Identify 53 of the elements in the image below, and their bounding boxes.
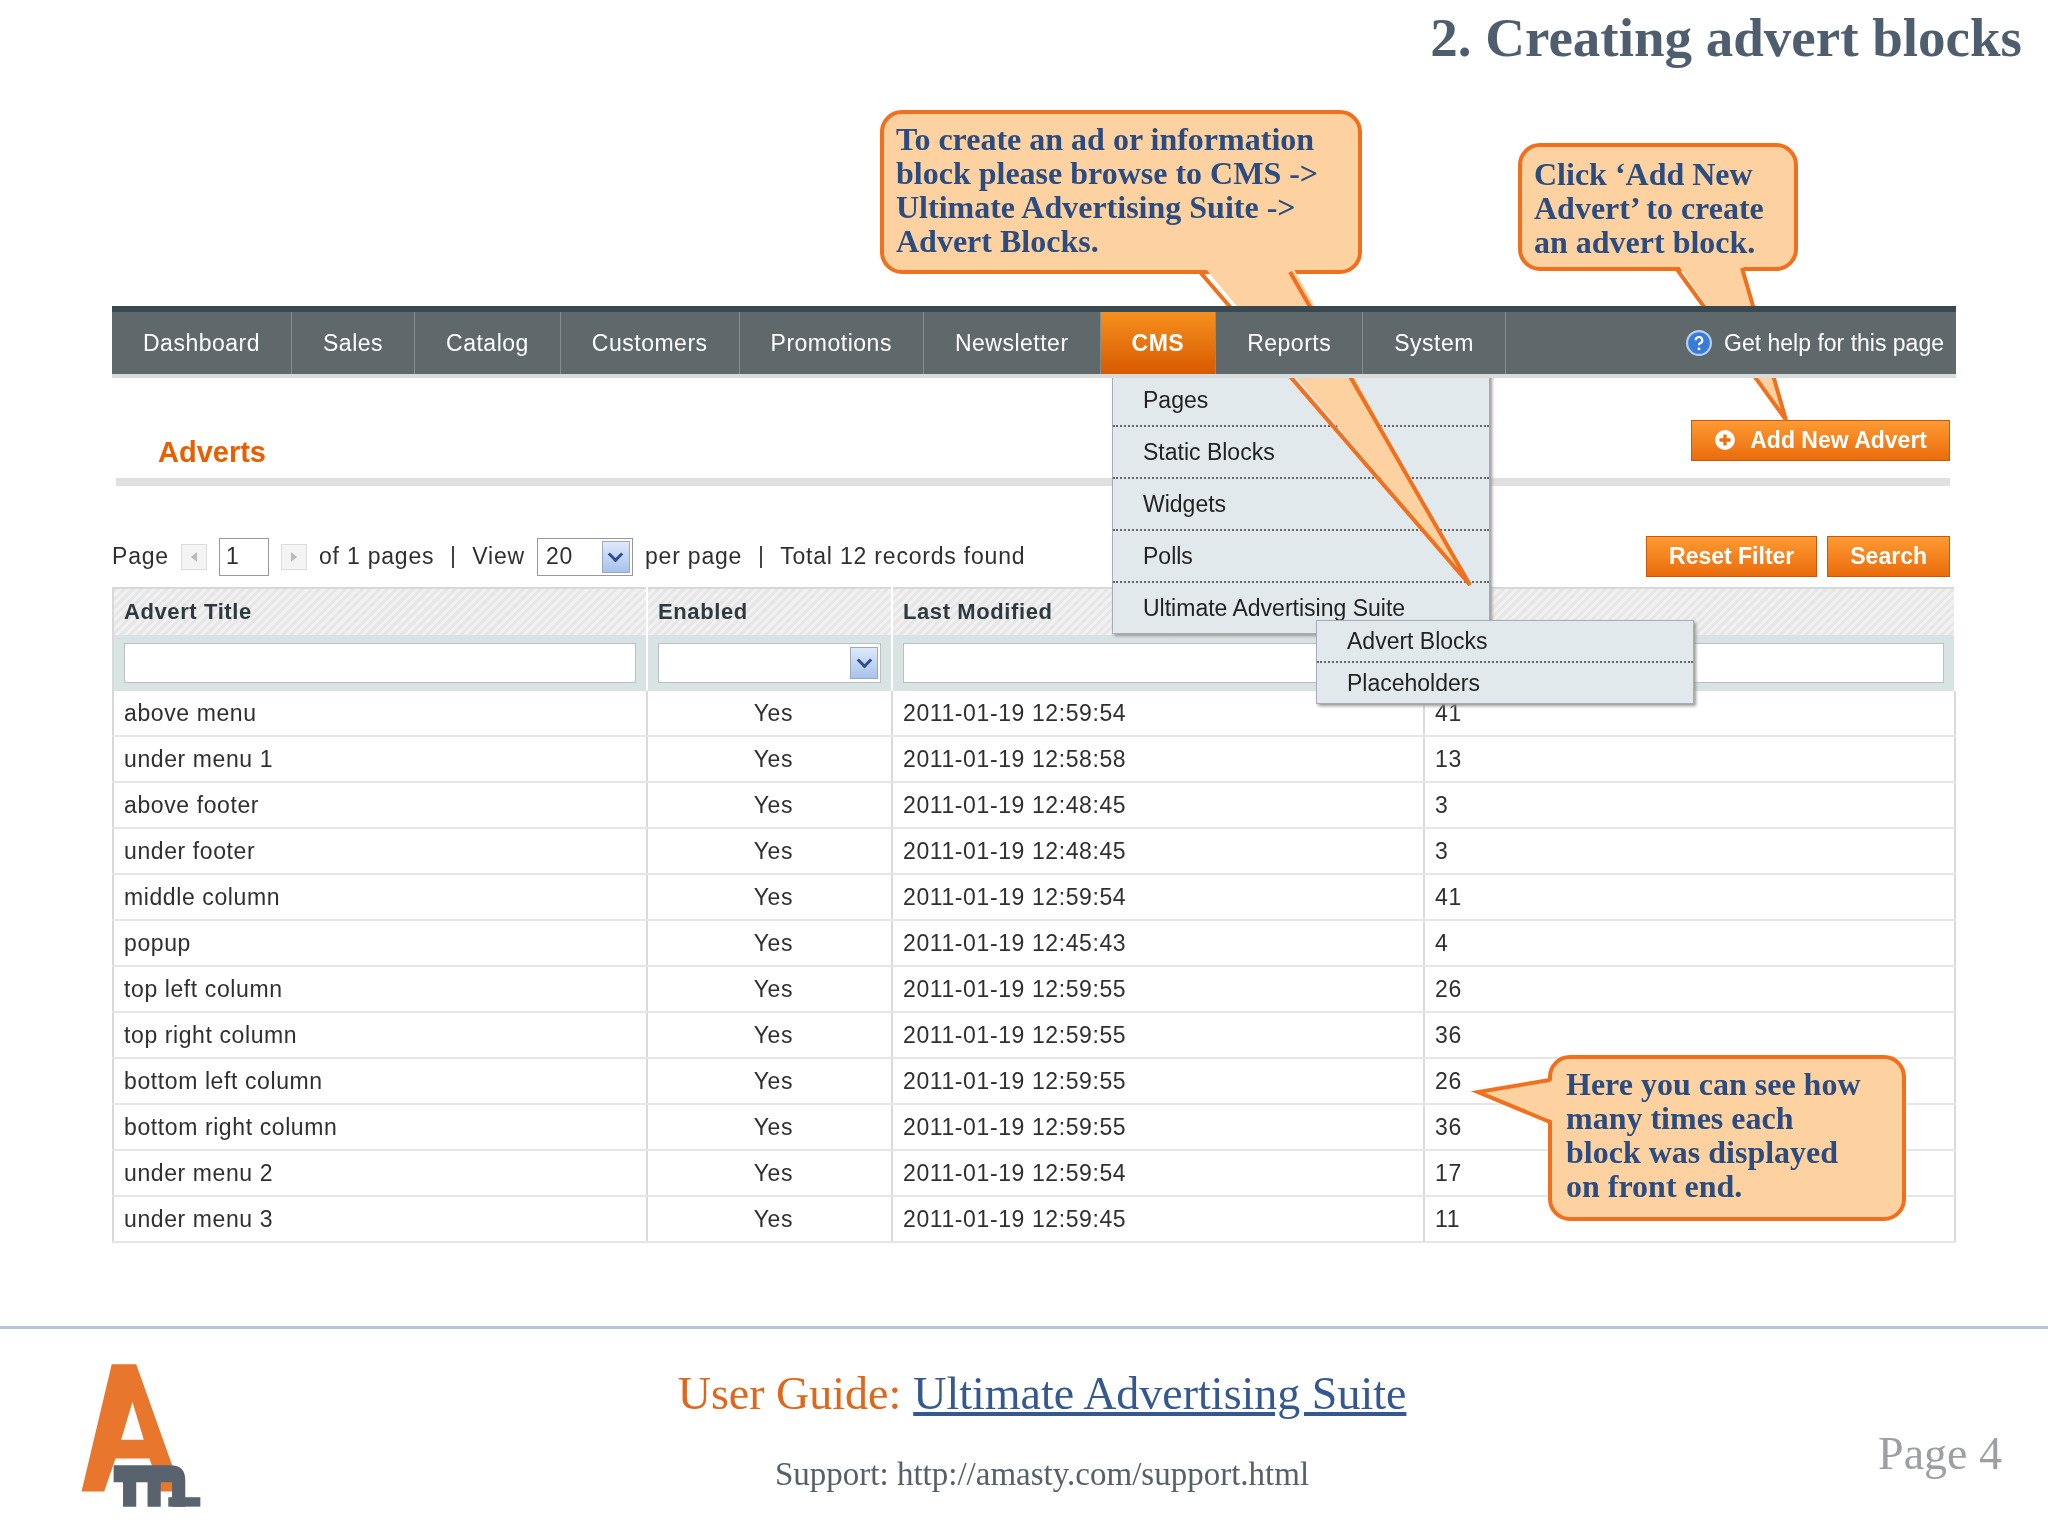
table-cell: top left column	[113, 966, 647, 1012]
table-cell: 2011-01-19 12:59:54	[892, 874, 1424, 920]
table-cell: 2011-01-19 12:59:55	[892, 1012, 1424, 1058]
table-cell: Yes	[647, 966, 892, 1012]
table-cell: Yes	[647, 1058, 892, 1104]
table-cell: Yes	[647, 736, 892, 782]
page-heading: 2. Creating advert blocks	[1430, 6, 2022, 70]
table-cell: Yes	[647, 874, 892, 920]
table-cell: under menu 1	[113, 736, 647, 782]
page-number: Page 4	[1878, 1427, 2002, 1480]
table-cell: 2011-01-19 12:48:45	[892, 782, 1424, 828]
page-count: of 1 pages	[318, 543, 435, 570]
view-label: View	[472, 543, 525, 570]
table-cell: Yes	[647, 1196, 892, 1242]
section-title: Adverts	[158, 435, 266, 469]
table-cell: under menu 2	[113, 1150, 647, 1196]
table-cell: Yes	[647, 920, 892, 966]
table-cell: Yes	[647, 691, 892, 736]
per-page-label: per page	[645, 543, 743, 570]
table-cell: bottom right column	[113, 1104, 647, 1150]
callout: To create an ad or information block please browse to CMS -> Ultimate Advertising Suite -> Advert Blocks.	[880, 110, 1362, 274]
table-cell: Yes	[647, 1012, 892, 1058]
record-count: Total 12 records found	[780, 543, 1026, 570]
table-cell: under menu 3	[113, 1196, 647, 1242]
table-cell: 26	[1424, 966, 1955, 1012]
table-cell: 2011-01-19 12:59:55	[892, 966, 1424, 1012]
callout: Here you can see how many times each block was displayed on front end.	[1548, 1055, 1906, 1221]
table-cell: Yes	[647, 1104, 892, 1150]
table-cell: 2011-01-19 12:58:58	[892, 736, 1424, 782]
guide-label: User Guide:	[677, 1367, 902, 1420]
table-cell: Yes	[647, 782, 892, 828]
table-cell: 2011-01-19 12:59:55	[892, 1058, 1424, 1104]
table-cell: Yes	[647, 828, 892, 874]
pager-label: Page	[112, 543, 169, 570]
table-cell: middle column	[113, 874, 647, 920]
support-text: Support: http://amasty.com/support.html	[775, 1456, 1310, 1493]
table-cell: 41	[1424, 874, 1955, 920]
table-cell: 2011-01-19 12:59:55	[892, 1104, 1424, 1150]
table-cell: 2011-01-19 12:48:45	[892, 828, 1424, 874]
table-cell: above menu	[113, 691, 647, 736]
table-cell: Yes	[647, 1150, 892, 1196]
table-cell: 2011-01-19 12:59:54	[892, 1150, 1424, 1196]
table-cell: 2011-01-19 12:59:45	[892, 1196, 1424, 1242]
table-cell: bottom left column	[113, 1058, 647, 1104]
table-cell: top right column	[113, 1012, 647, 1058]
table-cell: 2011-01-19 12:45:43	[892, 920, 1424, 966]
table-cell: above footer	[113, 782, 647, 828]
table-cell: 13	[1424, 736, 1955, 782]
table-cell: popup	[113, 920, 647, 966]
table-cell: 3	[1424, 782, 1955, 828]
table-cell: 3	[1424, 828, 1955, 874]
table-cell: 4	[1424, 920, 1955, 966]
table-cell: under footer	[113, 828, 647, 874]
